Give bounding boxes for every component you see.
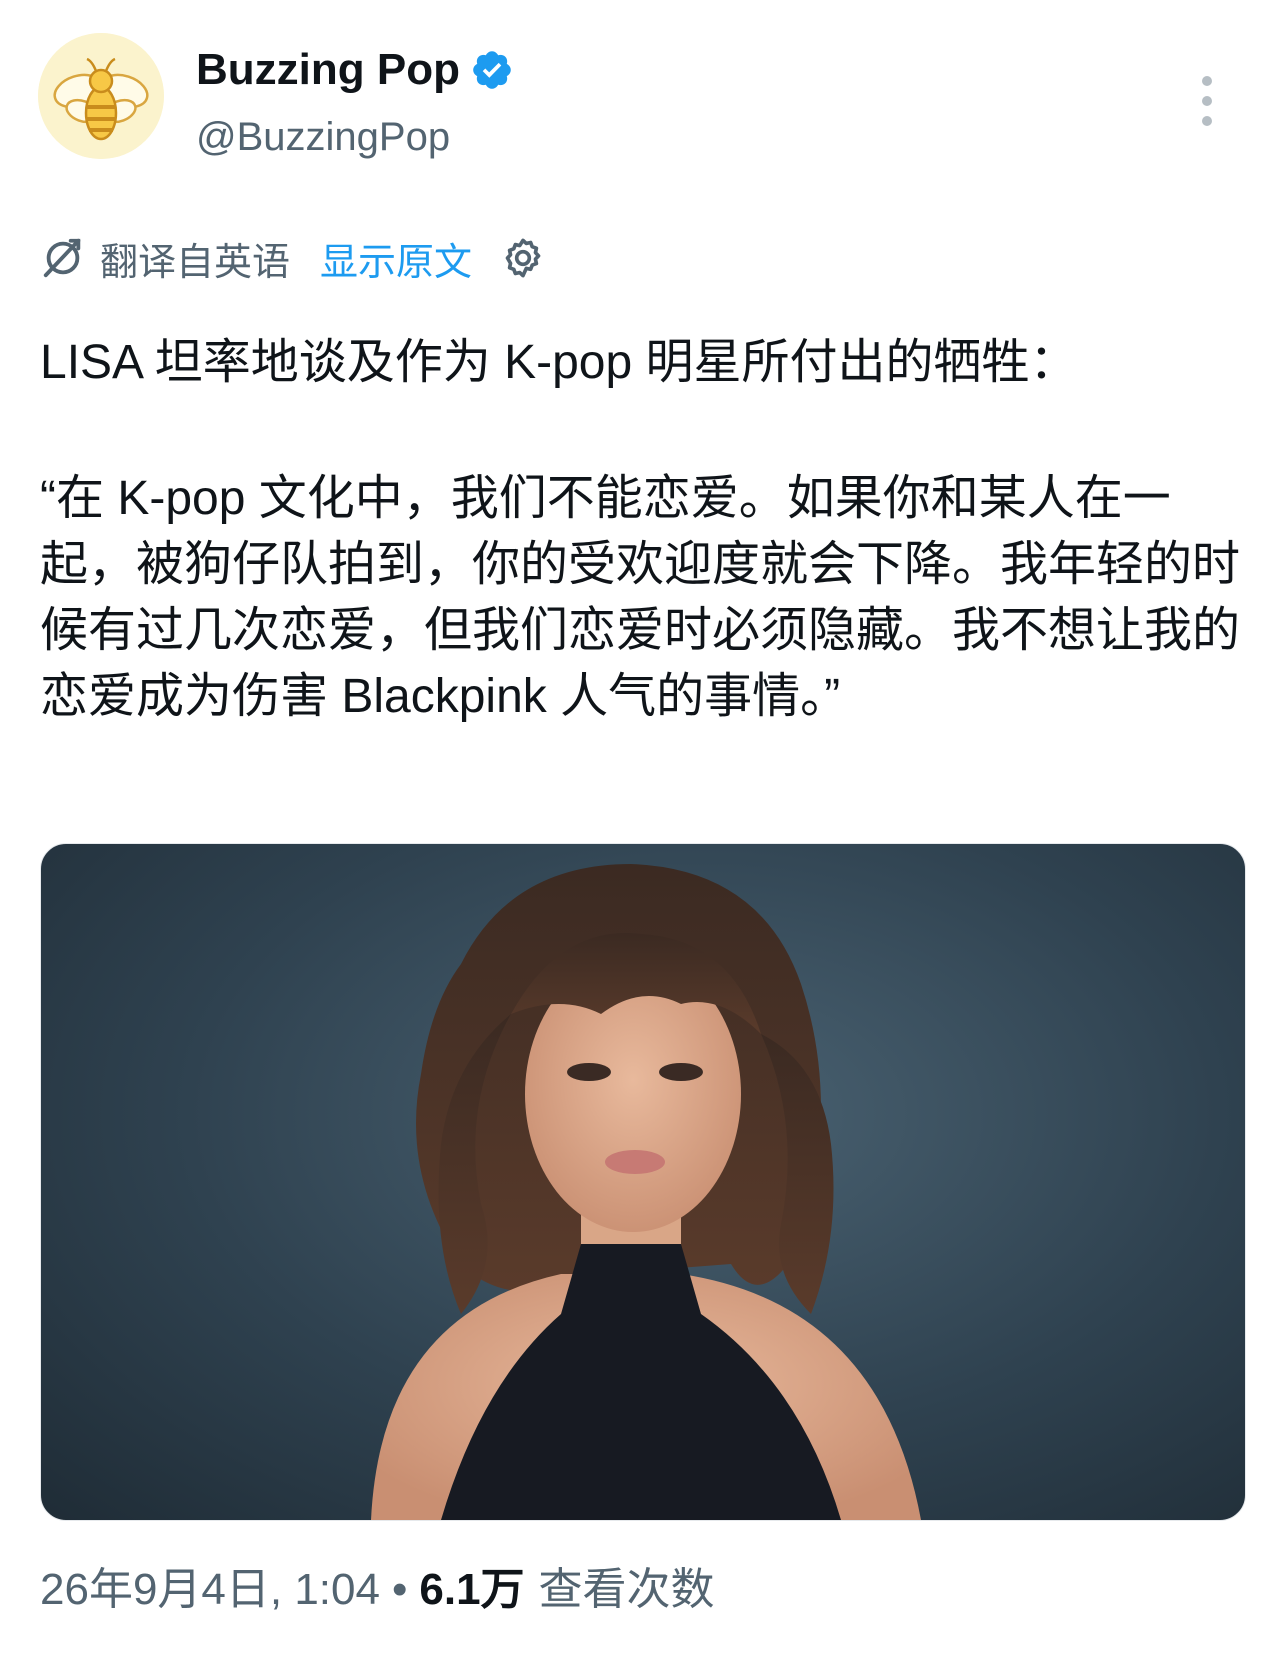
tweet-intro-text: LISA 坦率地谈及作为 K-pop 明星所付出的牺牲：: [40, 336, 1078, 389]
views-label: 查看次数: [538, 1565, 715, 1614]
portrait-image: [371, 864, 921, 1520]
tweet-quote-text: “在 K-pop 文化中，我们不能恋爱。如果你和某人在一起，被狗仔队拍到，你的受…: [40, 472, 1241, 723]
tweet-detail: Buzzing Pop @BuzzingPop 翻译自英语 显示原文 LISA …: [0, 0, 1280, 1672]
tweet-meta: 26年9月4日, 1:04 • 6.1万 查看次数: [40, 1560, 715, 1620]
verified-badge-icon: [473, 51, 511, 89]
avatar[interactable]: [38, 33, 164, 159]
more-dot-icon: [1202, 96, 1212, 106]
author-display-name[interactable]: Buzzing Pop: [196, 42, 514, 98]
translated-from-label: 翻译自英语: [100, 241, 291, 284]
tweet-timestamp[interactable]: 26年9月4日, 1:04: [40, 1560, 380, 1620]
author-handle[interactable]: @BuzzingPop: [196, 112, 450, 162]
more-options-button[interactable]: [1195, 76, 1219, 126]
gear-icon[interactable]: [500, 235, 546, 281]
tweet-text: LISA 坦率地谈及作为 K-pop 明星所付出的牺牲： “在 K-pop 文化…: [40, 330, 1250, 730]
views-count: 6.1万: [419, 1565, 525, 1614]
more-dot-icon: [1202, 116, 1212, 126]
meta-separator: •: [391, 1565, 408, 1614]
translate-icon: [43, 238, 81, 278]
bee-icon: [38, 33, 164, 159]
display-name-text: Buzzing Pop: [196, 45, 460, 94]
show-original-link[interactable]: 显示原文: [320, 231, 472, 286]
more-dot-icon: [1202, 76, 1212, 86]
translation-bar: 翻译自英语 显示原文: [40, 228, 546, 288]
tweet-photo[interactable]: [40, 843, 1246, 1521]
